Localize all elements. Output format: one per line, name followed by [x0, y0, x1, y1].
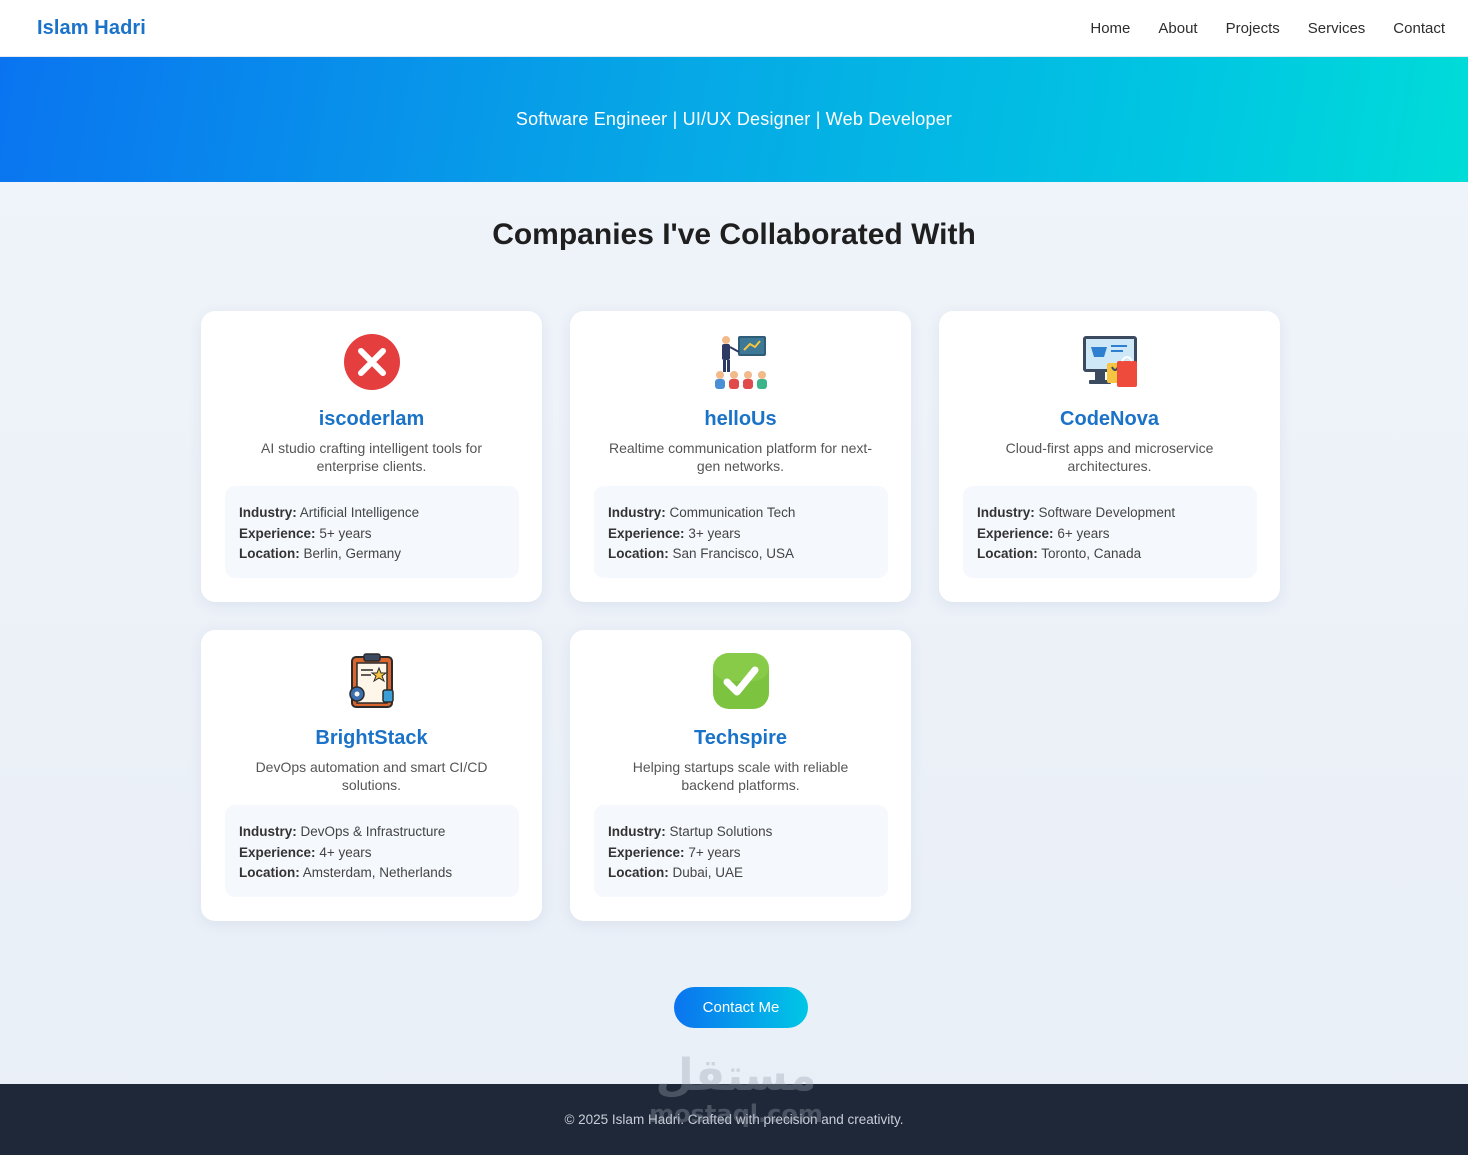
company-description: Cloud-first apps and microservice archit…: [1005, 440, 1214, 474]
nav-home-link[interactable]: Home: [1090, 20, 1130, 37]
company-description: DevOps automation and smart CI/CD soluti…: [255, 759, 488, 793]
green-check-icon: [713, 653, 769, 709]
company-name[interactable]: helloUs: [570, 408, 911, 431]
experience-row: Experience: 6+ years: [977, 525, 1110, 541]
location-row: Location: Toronto, Canada: [977, 546, 1142, 561]
company-details: Industry: Startup Solutions Experience: …: [594, 805, 888, 897]
industry-row: Industry: Artificial Intelligence: [239, 505, 420, 520]
presentation-audience-icon: [715, 336, 767, 389]
company-details: Industry: Communication Tech Experience:…: [594, 486, 888, 578]
top-navbar: Islam Hadri Home About Projects Services…: [0, 0, 1468, 57]
company-card-techspire: Techspire Helping startups scale with re…: [570, 630, 911, 921]
footer: © 2025 Islam Hadri. Crafted with precisi…: [0, 1084, 1468, 1155]
company-description: Realtime communication platform for next…: [609, 440, 872, 474]
contact-me-button[interactable]: Contact Me: [674, 987, 808, 1028]
footer-copyright: © 2025 Islam Hadri. Crafted with precisi…: [564, 1112, 904, 1127]
industry-row: Industry: Startup Solutions: [608, 824, 773, 839]
hero-banner: Software Engineer | UI/UX Designer | Web…: [0, 57, 1468, 182]
company-name[interactable]: Techspire: [570, 727, 911, 750]
company-description: Helping startups scale with reliable bac…: [632, 759, 849, 793]
company-name[interactable]: CodeNova: [939, 408, 1280, 431]
location-row: Location: San Francisco, USA: [608, 546, 795, 561]
company-details: Industry: Software Development Experienc…: [963, 486, 1257, 578]
online-shopping-monitor-icon: [1083, 336, 1137, 387]
red-x-circle-icon: [344, 334, 400, 390]
nav-about-link[interactable]: About: [1158, 20, 1197, 37]
experience-row: Experience: 3+ years: [608, 525, 741, 541]
main-nav: Home About Projects Services Contact: [1090, 20, 1445, 37]
company-details: Industry: DevOps & Infrastructure Experi…: [225, 805, 519, 897]
company-name[interactable]: iscoderlam: [201, 408, 542, 431]
nav-projects-link[interactable]: Projects: [1226, 20, 1280, 37]
company-card-iscoderlam: iscoderlam AI studio crafting intelligen…: [201, 311, 542, 602]
company-name[interactable]: BrightStack: [201, 727, 542, 750]
hero-tagline: Software Engineer | UI/UX Designer | Web…: [515, 109, 953, 129]
company-card-codenova: CodeNova Cloud-first apps and microservi…: [939, 311, 1280, 602]
industry-row: Industry: Software Development: [977, 505, 1176, 520]
company-description: AI studio crafting intelligent tools for…: [260, 440, 482, 474]
company-card-hellous: helloUs Realtime communication platform …: [570, 311, 911, 602]
nav-services-link[interactable]: Services: [1308, 20, 1366, 37]
industry-row: Industry: DevOps & Infrastructure: [239, 824, 446, 839]
company-details: Industry: Artificial Intelligence Experi…: [225, 486, 519, 578]
experience-row: Experience: 4+ years: [239, 844, 372, 860]
experience-row: Experience: 7+ years: [608, 844, 741, 860]
company-card-brightstack: BrightStack DevOps automation and smart …: [201, 630, 542, 921]
location-row: Location: Amsterdam, Netherlands: [239, 865, 453, 880]
experience-row: Experience: 5+ years: [239, 525, 372, 541]
industry-row: Industry: Communication Tech: [608, 505, 796, 520]
location-row: Location: Berlin, Germany: [239, 546, 402, 561]
brand-logo[interactable]: Islam Hadri: [37, 17, 146, 40]
clipboard-gear-icon: [349, 653, 394, 708]
nav-contact-link[interactable]: Contact: [1393, 20, 1445, 37]
section-title: Companies I've Collaborated With: [492, 218, 976, 251]
location-row: Location: Dubai, UAE: [608, 865, 744, 880]
